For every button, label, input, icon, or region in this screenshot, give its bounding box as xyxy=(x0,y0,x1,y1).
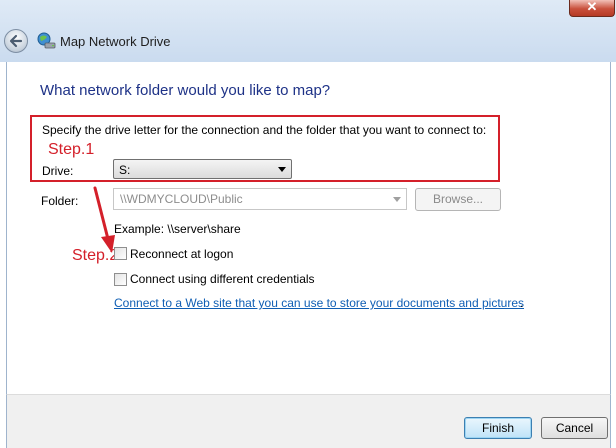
cancel-button[interactable]: Cancel xyxy=(541,417,608,439)
step2-arrow xyxy=(93,186,115,253)
finish-button[interactable]: Finish xyxy=(464,417,532,439)
